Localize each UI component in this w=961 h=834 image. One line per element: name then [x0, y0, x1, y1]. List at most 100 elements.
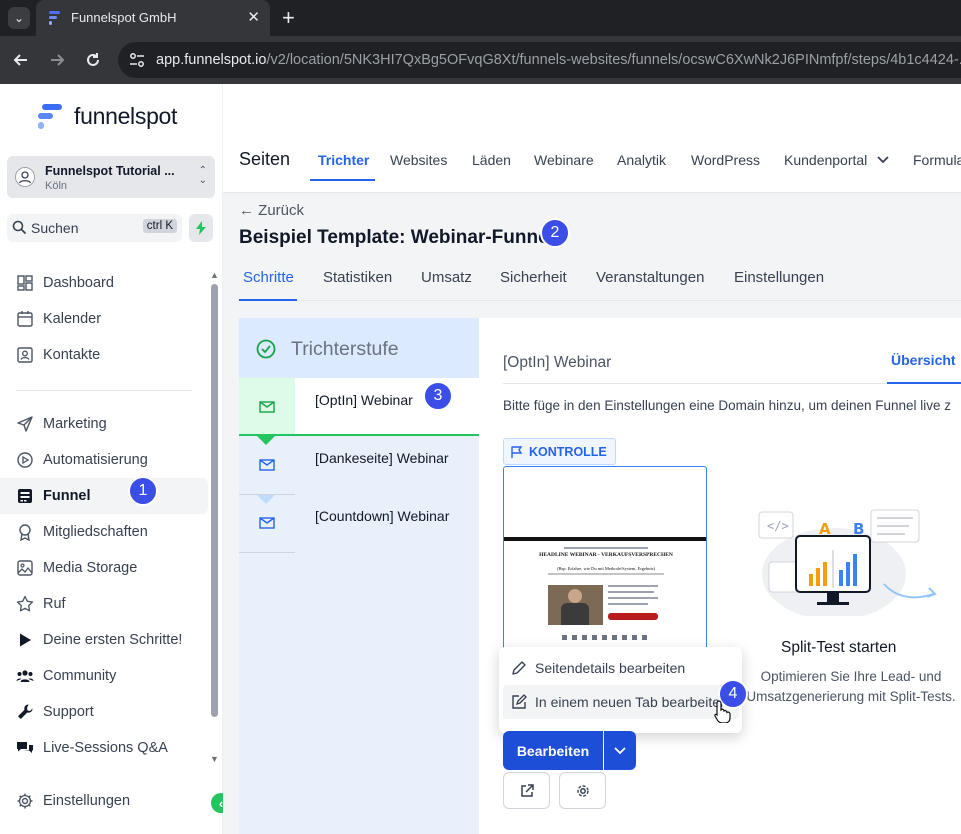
sidebar-item-ruf[interactable]: Ruf: [0, 586, 208, 622]
edit-dropdown-button[interactable]: [604, 731, 636, 770]
sidebar-item-label: Live-Sessions Q&A: [43, 740, 168, 756]
reload-icon[interactable]: [81, 48, 105, 72]
sidebar-item-dashboard[interactable]: Dashboard: [0, 265, 208, 301]
preview-subheadline: (Bsp. Erfahre, wie Du mit Methode/System…: [556, 566, 656, 571]
top-navigation: Seiten Trichter Websites Läden Webinare …: [223, 84, 961, 193]
tab-kundenportal[interactable]: Kundenportal: [784, 152, 889, 168]
step-icon-box: [239, 494, 295, 552]
tab-kundenportal-label: Kundenportal: [784, 152, 868, 168]
split-test-title: Split-Test starten: [781, 639, 897, 656]
step-detail-title: [OptIn] Webinar: [503, 354, 612, 371]
step-icon-box: [239, 436, 295, 494]
sidebar-item-marketing[interactable]: Marketing: [0, 406, 208, 442]
users-icon: [16, 670, 34, 682]
search-input[interactable]: [31, 220, 131, 236]
chevron-down-icon: [614, 746, 626, 754]
page-title: Seiten: [239, 149, 291, 169]
forward-arrow-icon[interactable]: [45, 48, 69, 72]
account-location: Köln: [45, 180, 68, 192]
page-preview-thumbnail[interactable]: HEADLINE WEBINAR - VERKAUFSVERSPRECHEN (…: [503, 466, 707, 658]
sidebar-item-label: Deine ersten Schritte!: [43, 632, 183, 648]
address-bar[interactable]: app.funnelspot.io/v2/location/5NK3HI7QxB…: [118, 42, 961, 78]
sidebar-item-erste-schritte[interactable]: Deine ersten Schritte!: [0, 622, 208, 658]
flag-icon: [511, 445, 523, 458]
preview-text-line: [608, 591, 654, 593]
tab-list-chevron-icon[interactable]: ⌄: [8, 7, 30, 29]
sidebar-item-funnel[interactable]: Funnel: [0, 478, 208, 514]
tab-wordpress[interactable]: WordPress: [691, 152, 760, 168]
sidebar-item-community[interactable]: Community: [0, 658, 208, 694]
sidebar-item-label: Marketing: [43, 416, 107, 432]
tab-veranstaltungen[interactable]: Veranstaltungen: [596, 269, 704, 286]
calendar-icon: [17, 311, 33, 327]
tab-trichter[interactable]: Trichter: [318, 152, 369, 168]
sidebar-item-support[interactable]: Support: [0, 694, 208, 730]
tab-formulare[interactable]: Formula: [913, 152, 961, 168]
browser-tab[interactable]: Funnelspot GmbH ✕: [36, 0, 270, 36]
menu-item-edit-page-details[interactable]: Seitendetails bearbeiten: [503, 651, 739, 685]
annotation-badge-3: 3: [423, 381, 453, 411]
sidebar-item-einstellungen[interactable]: Einstellungen: [0, 783, 208, 819]
tab-analytik[interactable]: Analytik: [617, 152, 666, 168]
sidebar-item-mitgliedschaften[interactable]: Mitgliedschaften: [0, 514, 208, 550]
site-settings-icon[interactable]: [128, 51, 146, 69]
domain-notice: Bitte füge in den Einstellungen eine Dom…: [503, 398, 952, 413]
edit-square-icon: [512, 694, 527, 709]
funnel-step-countdown[interactable]: [Countdown] Webinar: [239, 494, 479, 552]
sidebar-scrollbar[interactable]: [211, 284, 218, 717]
preview-text-line: [564, 547, 648, 549]
new-tab-icon[interactable]: +: [282, 5, 295, 31]
preview-text-line: [548, 573, 664, 575]
open-external-button[interactable]: [503, 772, 550, 809]
image-icon: [17, 560, 33, 576]
mail-icon: [259, 401, 275, 413]
account-switcher[interactable]: Funnelspot Tutorial ... Köln ⌃ ⌄: [7, 156, 215, 198]
url-text: app.funnelspot.io/v2/location/5NK3HI7QxB…: [156, 52, 961, 68]
tab-statistiken[interactable]: Statistiken: [323, 269, 392, 286]
scroll-down-arrow-icon[interactable]: ▼: [210, 754, 219, 764]
award-icon: [19, 524, 31, 541]
tab-websites[interactable]: Websites: [390, 152, 447, 168]
edit-button[interactable]: Bearbeiten: [503, 731, 603, 770]
funnel-step-dankeseite[interactable]: [Dankeseite] Webinar: [239, 436, 479, 494]
preview-headline: HEADLINE WEBINAR - VERKAUFSVERSPRECHEN: [539, 552, 673, 558]
sidebar-item-kalender[interactable]: Kalender: [0, 301, 208, 337]
contacts-icon: [17, 347, 33, 363]
subtab-divider: [239, 300, 961, 301]
sidebar-item-label: Ruf: [43, 596, 66, 612]
sidebar-item-media-storage[interactable]: Media Storage: [0, 550, 208, 586]
svg-text:A: A: [819, 520, 831, 538]
tab-uebersicht[interactable]: Übersicht: [891, 352, 956, 368]
search-shortcut: ctrl K: [142, 219, 177, 233]
svg-text:B: B: [853, 520, 864, 538]
tab-umsatz[interactable]: Umsatz: [421, 269, 472, 286]
back-arrow-icon[interactable]: [9, 48, 33, 72]
send-icon: [17, 416, 33, 432]
logo[interactable]: funnelspot: [36, 102, 177, 130]
menu-item-edit-in-new-tab[interactable]: In einem neuen Tab bearbeiten: [503, 685, 739, 719]
browser-toolbar: app.funnelspot.io/v2/location/5NK3HI7QxB…: [0, 36, 961, 84]
tab-einstellungen[interactable]: Einstellungen: [734, 269, 824, 286]
tab-schritte[interactable]: Schritte: [243, 269, 294, 286]
sidebar-item-label: Support: [43, 704, 94, 720]
sidebar-item-label: Einstellungen: [43, 793, 131, 809]
preview-header-bar: [504, 537, 706, 541]
browser-tabbar: ⌄ Funnelspot GmbH ✕ +: [0, 0, 961, 36]
sidebar-item-label: Mitgliedschaften: [43, 524, 148, 540]
close-tab-icon[interactable]: ✕: [247, 8, 260, 26]
back-link[interactable]: ← Zurück: [239, 202, 304, 219]
tab-webinare[interactable]: Webinare: [534, 152, 594, 168]
page-settings-button[interactable]: [559, 772, 606, 809]
scroll-up-arrow-icon[interactable]: ▲: [210, 270, 219, 280]
control-variant-badge: KONTROLLE: [503, 438, 616, 465]
sidebar-item-automatisierung[interactable]: Automatisierung: [0, 442, 208, 478]
funnel-icon: [18, 489, 32, 503]
quick-actions-bolt-icon[interactable]: [189, 214, 213, 242]
tab-laeden[interactable]: Läden: [472, 152, 511, 168]
sidebar-item-live-sessions[interactable]: Live-Sessions Q&A: [0, 730, 208, 766]
search-box[interactable]: ctrl K: [7, 214, 182, 242]
tab-sicherheit[interactable]: Sicherheit: [500, 269, 567, 286]
step-detail-panel: [OptIn] Webinar Übersicht Bitte füge in …: [479, 318, 961, 834]
user-avatar-icon: [15, 167, 35, 187]
sidebar-item-kontakte[interactable]: Kontakte: [0, 337, 208, 373]
